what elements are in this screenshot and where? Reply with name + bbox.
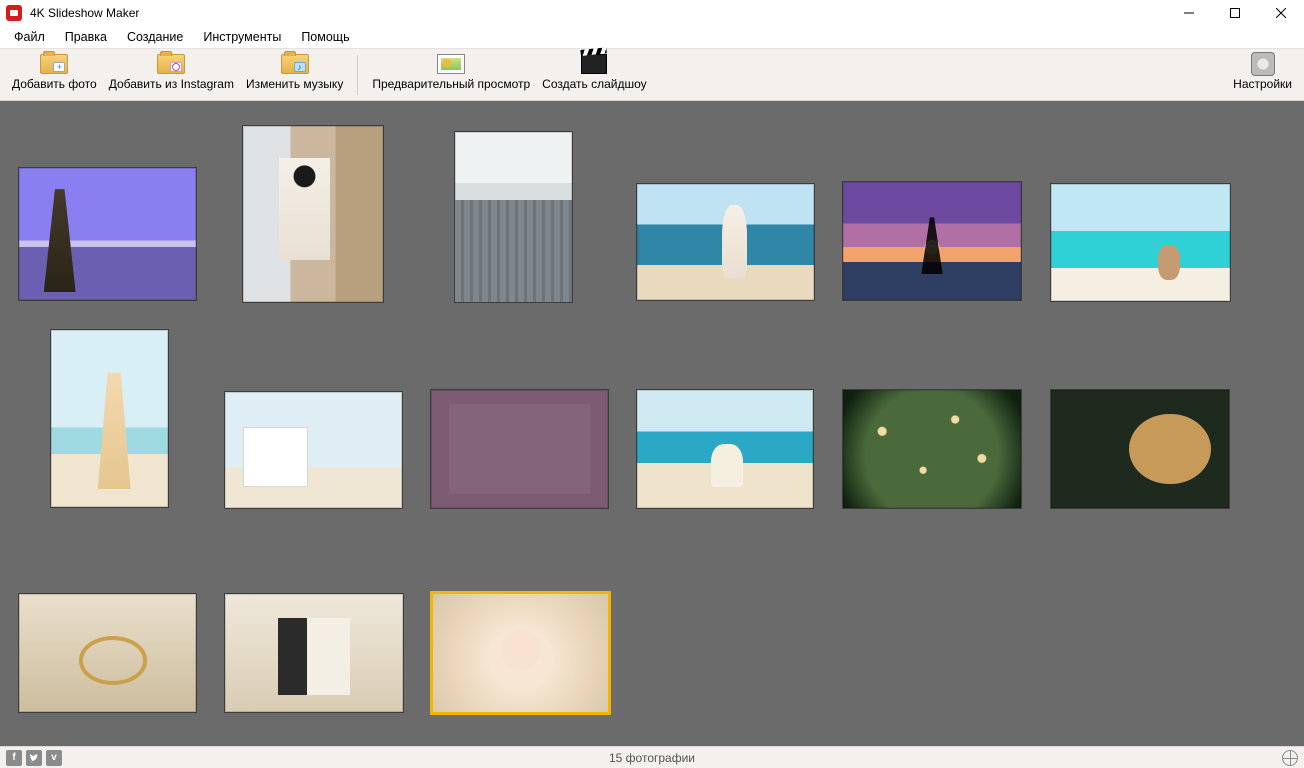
thumb-city-skyline[interactable]	[454, 131, 573, 303]
create-slideshow-button[interactable]: Создать слайдшоу	[536, 51, 652, 101]
title-bar: 4K Slideshow Maker	[0, 0, 1304, 26]
preview-icon	[436, 51, 466, 77]
settings-button[interactable]: Настройки	[1227, 51, 1298, 101]
add-photo-button[interactable]: + Добавить фото	[6, 51, 103, 101]
thumb-family-portrait[interactable]	[430, 389, 609, 509]
minimize-button[interactable]	[1166, 0, 1212, 26]
change-music-label: Изменить музыку	[246, 77, 343, 91]
preview-label: Предварительный просмотр	[372, 77, 530, 91]
globe-icon[interactable]	[1282, 750, 1298, 766]
photo-count: 15 фотографии	[609, 751, 695, 765]
thumb-wedding-couple[interactable]	[224, 593, 404, 713]
menu-bar: Файл Правка Создание Инструменты Помощь	[0, 26, 1304, 48]
thumb-christmas-tree-bokeh[interactable]	[842, 389, 1022, 509]
photo-grid[interactable]	[0, 101, 1304, 746]
change-music-button[interactable]: ♪ Изменить музыку	[240, 51, 349, 101]
thumb-wedding-rings[interactable]	[18, 593, 197, 713]
thumb-woman-hat-beach[interactable]	[636, 389, 814, 509]
menu-tools[interactable]: Инструменты	[193, 28, 291, 46]
thumb-woman-beach-walk[interactable]	[636, 183, 815, 301]
menu-create[interactable]: Создание	[117, 28, 193, 46]
add-instagram-button[interactable]: Добавить из Instagram	[103, 51, 240, 101]
folder-instagram-icon	[156, 51, 186, 77]
facebook-icon[interactable]: f	[6, 750, 22, 766]
settings-label: Настройки	[1233, 77, 1292, 91]
thumb-eiffel-tower[interactable]	[18, 167, 197, 301]
thumb-lifeguard-station[interactable]	[224, 391, 403, 509]
toolbar-separator	[357, 55, 358, 95]
twitter-icon[interactable]	[26, 750, 42, 766]
add-instagram-label: Добавить из Instagram	[109, 77, 234, 91]
vimeo-icon[interactable]: v	[46, 750, 62, 766]
thumb-woman-kneeling-beach[interactable]	[50, 329, 169, 508]
close-button[interactable]	[1258, 0, 1304, 26]
menu-file[interactable]: Файл	[4, 28, 55, 46]
thumb-baby-photo[interactable]	[430, 591, 611, 715]
thumb-merry-christmas-ornament[interactable]	[1050, 389, 1230, 509]
maximize-button[interactable]	[1212, 0, 1258, 26]
gear-icon	[1248, 51, 1278, 77]
menu-help[interactable]: Помощь	[291, 28, 359, 46]
app-icon	[6, 5, 22, 21]
add-photo-label: Добавить фото	[12, 77, 97, 91]
thumb-woman-interior[interactable]	[242, 125, 384, 303]
preview-button[interactable]: Предварительный просмотр	[366, 51, 536, 101]
folder-music-icon: ♪	[280, 51, 310, 77]
folder-plus-icon: +	[39, 51, 69, 77]
thumb-sunset-silhouette[interactable]	[842, 181, 1022, 301]
clapper-icon	[579, 51, 609, 77]
menu-edit[interactable]: Правка	[55, 28, 117, 46]
social-links: f v	[6, 750, 62, 766]
toolbar: + Добавить фото Добавить из Instagram ♪ …	[0, 48, 1304, 101]
app-title: 4K Slideshow Maker	[30, 6, 139, 20]
thumb-woman-turquoise-beach[interactable]	[1050, 183, 1231, 302]
create-slideshow-label: Создать слайдшоу	[542, 77, 646, 91]
status-bar: f v 15 фотографии	[0, 746, 1304, 768]
